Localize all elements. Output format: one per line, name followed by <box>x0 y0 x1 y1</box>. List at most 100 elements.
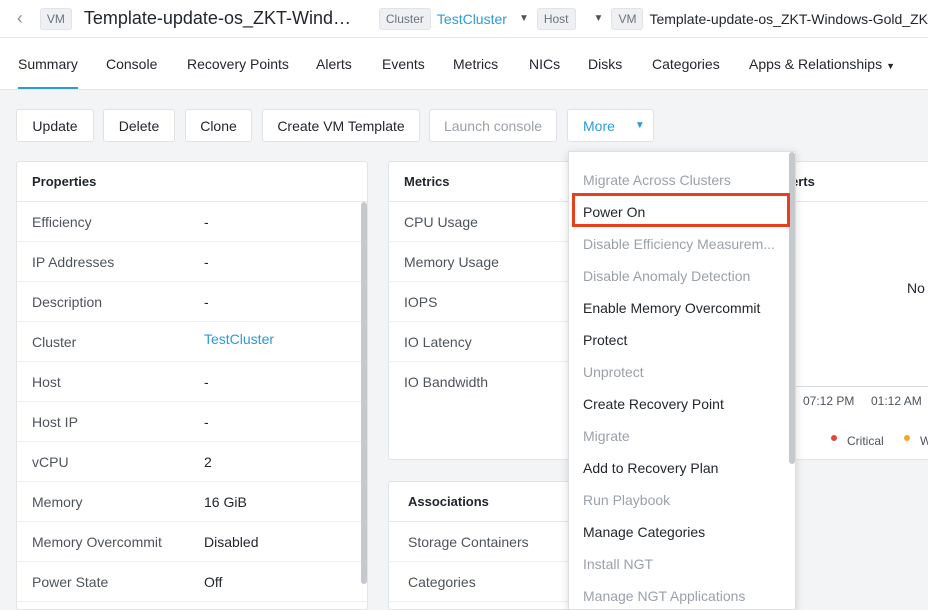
alerts-chart-axis <box>791 386 928 387</box>
create-vm-template-button[interactable]: Create VM Template <box>262 109 420 142</box>
menu-item-protect[interactable]: Protect <box>583 332 775 348</box>
association-label: Categories <box>408 574 476 590</box>
cluster-value-link[interactable]: TestCluster <box>204 331 274 347</box>
menu-item-manage-categories[interactable]: Manage Categories <box>583 524 775 540</box>
delete-button[interactable]: Delete <box>103 109 175 142</box>
property-value: 16 GiB <box>204 494 247 510</box>
property-row-vcpu: vCPU 2 <box>17 442 367 482</box>
update-button[interactable]: Update <box>16 109 94 142</box>
metric-row-io-latency: IO Latency <box>389 322 577 362</box>
tab-apps-relationships[interactable]: Apps & Relationships ▼ <box>749 56 895 72</box>
chevron-down-icon: ▼ <box>634 120 645 131</box>
page-title: Template-update-os_ZKT-Windo... <box>83 8 353 28</box>
tab-summary[interactable]: Summary <box>18 56 78 89</box>
tab-nics[interactable]: NICs <box>529 56 560 72</box>
critical-dot-icon <box>831 435 837 441</box>
property-key: Power State <box>32 574 109 590</box>
property-value: - <box>204 214 209 230</box>
menu-item-create-recovery-point[interactable]: Create Recovery Point <box>583 396 775 412</box>
property-key: Host IP <box>32 414 78 430</box>
metric-row-cpu-usage: CPU Usage <box>389 202 577 242</box>
tab-alerts[interactable]: Alerts <box>316 56 352 72</box>
menu-item-unprotect: Unprotect <box>583 364 644 380</box>
property-key: Cluster <box>32 334 77 350</box>
property-value: Disabled <box>204 534 259 550</box>
tab-apps-relationships-label: Apps & Relationships <box>749 56 883 72</box>
host-chevron-down-icon[interactable]: ▼ <box>594 13 604 24</box>
property-value: - <box>204 294 209 310</box>
metric-label: IO Bandwidth <box>404 374 489 390</box>
menu-item-migrate: Migrate <box>583 428 630 444</box>
menu-item-install-ngt: Install NGT <box>583 556 654 572</box>
metric-label: IOPS <box>404 294 438 310</box>
cluster-chevron-down-icon[interactable]: ▼ <box>519 13 529 24</box>
legend-warning: W <box>920 434 928 448</box>
tab-metrics[interactable]: Metrics <box>453 56 498 72</box>
property-row-description: Description - <box>17 282 367 322</box>
property-row-host-ip: Host IP - <box>17 402 367 442</box>
alerts-no-data-text: No <box>907 280 925 296</box>
tab-recovery-points[interactable]: Recovery Points <box>187 56 289 72</box>
launch-console-button: Launch console <box>429 109 557 142</box>
menu-item-disable-anomaly-detection: Disable Anomaly Detection <box>583 268 751 284</box>
cluster-link[interactable]: TestCluster <box>437 11 507 27</box>
properties-panel: Properties Efficiency - IP Addresses - Des… <box>16 161 368 610</box>
power-on-highlight-box <box>572 193 790 227</box>
alerts-time-tick: 07:12 PM <box>803 394 855 408</box>
metric-label: IO Latency <box>404 334 472 350</box>
menu-item-enable-memory-overcommit[interactable]: Enable Memory Overcommit <box>583 300 775 316</box>
property-row-ip-addresses: IP Addresses - <box>17 242 367 282</box>
tab-console[interactable]: Console <box>106 56 157 72</box>
menu-item-run-playbook: Run Playbook <box>583 492 671 508</box>
legend-critical: Critical <box>847 434 884 448</box>
metric-label: CPU Usage <box>404 214 478 230</box>
vm-badge-2: VM <box>611 7 644 30</box>
property-value: - <box>204 374 209 390</box>
property-key: IP Addresses <box>32 254 115 270</box>
association-row-storage-containers: Storage Containers <box>389 522 577 562</box>
vm-type-badge: VM <box>39 7 72 30</box>
property-row-power-state: Power State Off <box>17 562 367 602</box>
chevron-down-icon: ▼ <box>886 61 895 71</box>
vm-breadcrumb-name[interactable]: Template-update-os_ZKT-Windows-Gold_ZK <box>649 11 928 27</box>
cluster-badge: Cluster <box>378 7 431 30</box>
cluster-breadcrumb: Cluster TestCluster ▼ Host ▼ VM Template… <box>378 7 928 30</box>
property-value: Off <box>204 574 223 590</box>
menu-item-add-to-recovery-plan[interactable]: Add to Recovery Plan <box>583 460 775 476</box>
property-row-efficiency: Efficiency - <box>17 202 367 242</box>
alerts-time-tick: 01:12 AM <box>871 394 922 408</box>
property-value: - <box>204 414 209 430</box>
association-row-categories: Categories <box>389 562 577 602</box>
property-value: - <box>204 254 209 270</box>
top-bar: ‹ VM Template-update-os_ZKT-Windo... Clu… <box>0 0 928 38</box>
property-key: Memory Overcommit <box>32 534 162 550</box>
warning-dot-icon <box>904 435 910 441</box>
tab-disks[interactable]: Disks <box>588 56 622 72</box>
back-chevron-icon[interactable]: ‹ <box>0 8 40 29</box>
property-key: Host <box>32 374 61 390</box>
menu-item-migrate-across-clusters: Migrate Across Clusters <box>583 172 731 188</box>
properties-title: Properties <box>17 162 367 202</box>
metric-row-iops: IOPS <box>389 282 577 322</box>
properties-scrollbar[interactable] <box>361 202 367 584</box>
property-key: Efficiency <box>32 214 92 230</box>
more-dropdown-button[interactable]: More ▼ <box>567 109 654 142</box>
more-label: More <box>583 117 615 134</box>
clone-button[interactable]: Clone <box>185 109 252 142</box>
property-row-cluster: Cluster TestCluster <box>17 322 367 362</box>
property-row-host: Host - <box>17 362 367 402</box>
property-key: Description <box>32 294 103 310</box>
property-key: vCPU <box>32 454 69 470</box>
menu-item-manage-ngt-applications: Manage NGT Applications <box>583 588 746 604</box>
metrics-panel: Metrics CPU Usage Memory Usage IOPS IO L… <box>388 161 578 460</box>
property-row-memory: Memory 16 GiB <box>17 482 367 522</box>
metrics-title: Metrics <box>389 162 577 202</box>
metric-row-io-bandwidth: IO Bandwidth <box>389 362 577 402</box>
property-row-memory-overcommit: Memory Overcommit Disabled <box>17 522 367 562</box>
associations-title: Associations <box>389 482 577 522</box>
menu-item-disable-efficiency-measurement: Disable Efficiency Measurem... <box>583 236 775 252</box>
property-value: 2 <box>204 454 212 470</box>
tab-events[interactable]: Events <box>382 56 425 72</box>
host-badge: Host <box>536 7 576 30</box>
tab-categories[interactable]: Categories <box>652 56 720 72</box>
